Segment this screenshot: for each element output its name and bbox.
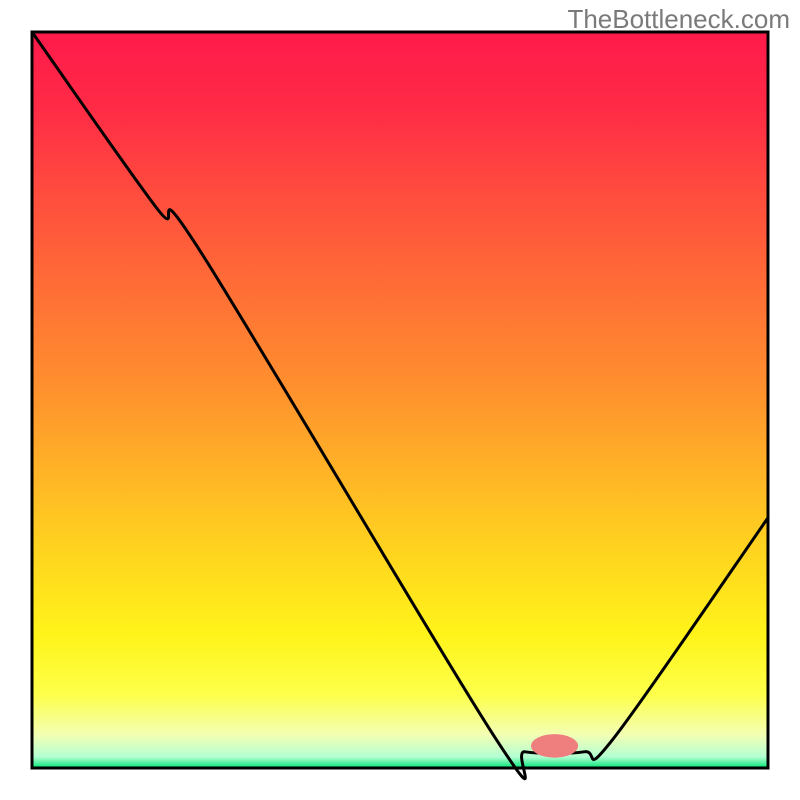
chart-svg [0,0,800,800]
bottleneck-chart: TheBottleneck.com [0,0,800,800]
optimum-marker [531,734,578,758]
watermark-text: TheBottleneck.com [567,4,790,35]
plot-background [32,32,768,768]
